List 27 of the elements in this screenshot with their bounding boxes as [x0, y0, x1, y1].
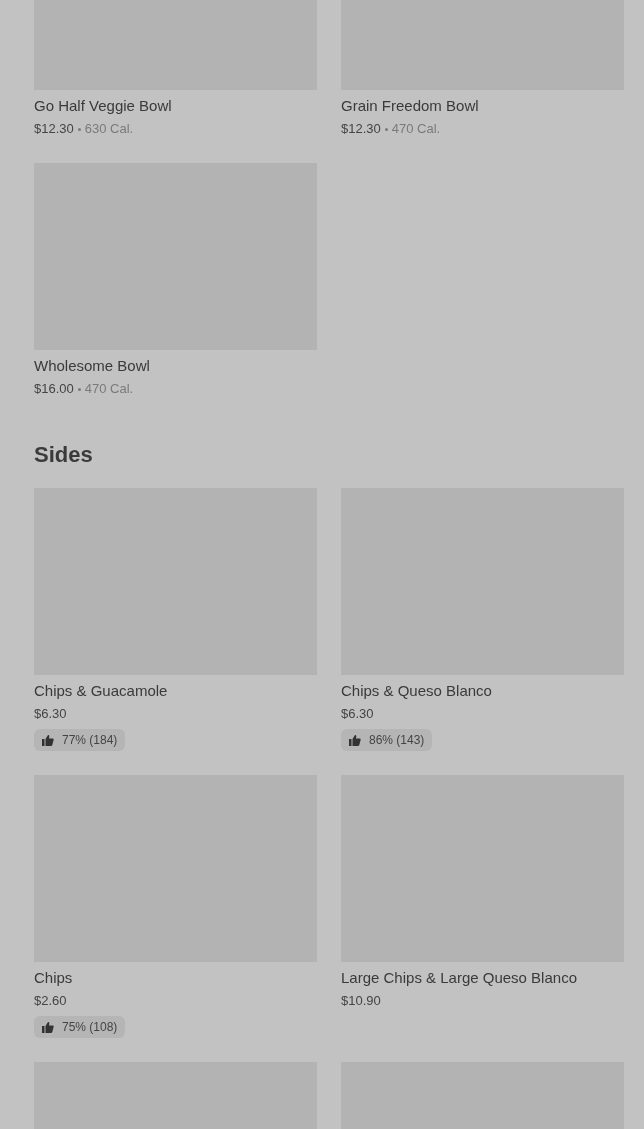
item-price: $10.90	[341, 992, 381, 1010]
item-calories: 470 Cal.	[391, 120, 441, 138]
thumbs-up-icon	[42, 734, 54, 746]
item-calories: 630 Cal.	[84, 120, 134, 138]
rating-badge: 77% (184)	[34, 729, 126, 751]
item-name: Chips & Guacamole	[34, 681, 169, 701]
rating-badge: 75% (108)	[34, 1016, 126, 1038]
separator-dot	[77, 127, 81, 131]
item-name: Chips	[34, 968, 74, 988]
item-name: Large Chips & Large Queso Blanco	[341, 968, 578, 988]
separator-dot	[77, 387, 81, 391]
item-name: Chips & Queso Blanco	[341, 681, 493, 701]
thumbs-up-icon	[42, 1021, 54, 1033]
item-price: $6.30	[34, 705, 67, 723]
thumbs-up-icon	[349, 734, 361, 746]
separator-dot	[384, 127, 388, 131]
item-price: $12.30	[341, 120, 381, 138]
item-name: Go Half Veggie Bowl	[34, 96, 173, 116]
section-heading: Sides	[34, 441, 94, 469]
rating-badge: 86% (143)	[341, 729, 433, 751]
item-price: $2.60	[34, 992, 67, 1010]
item-price: $16.00	[34, 380, 74, 398]
item-name: Wholesome Bowl	[34, 356, 151, 376]
item-price: $12.30	[34, 120, 74, 138]
item-name: Grain Freedom Bowl	[341, 96, 480, 116]
item-price: $6.30	[341, 705, 374, 723]
item-calories: 470 Cal.	[84, 380, 134, 398]
